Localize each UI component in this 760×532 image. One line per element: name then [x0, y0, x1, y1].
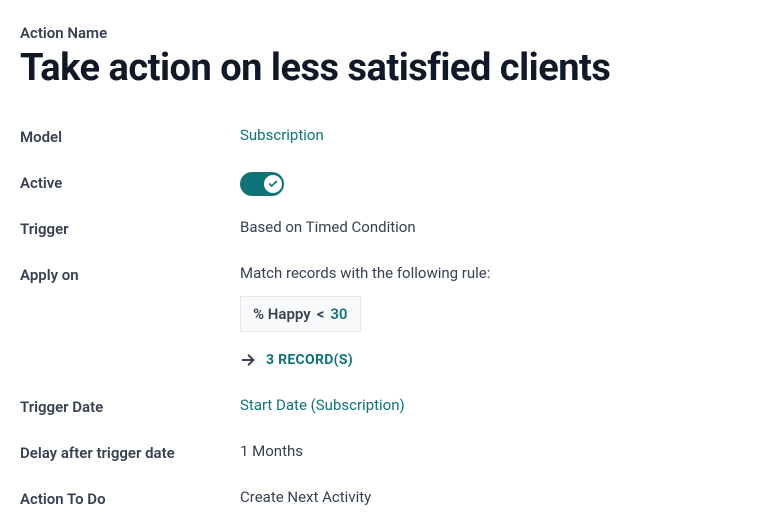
trigger-date-value[interactable]: Start Date (Subscription): [240, 396, 405, 414]
action-to-do-value: Create Next Activity: [240, 488, 740, 506]
delay-value: 1 Months: [240, 442, 740, 460]
rule-operator: <: [317, 305, 325, 323]
rule-value: 30: [330, 305, 347, 323]
rule-field: % Happy: [253, 305, 311, 323]
page-title: Take action on less satisfied clients: [20, 46, 740, 90]
active-toggle[interactable]: [240, 172, 284, 196]
arrow-right-icon: [240, 352, 256, 368]
delay-label: Delay after trigger date: [20, 442, 240, 462]
model-label: Model: [20, 126, 240, 146]
check-icon: [268, 179, 278, 189]
apply-on-label: Apply on: [20, 264, 240, 284]
action-to-do-label: Action To Do: [20, 488, 240, 508]
apply-on-description: Match records with the following rule:: [240, 264, 740, 282]
action-name-label: Action Name: [20, 24, 740, 42]
toggle-knob: [264, 175, 282, 193]
active-label: Active: [20, 172, 240, 192]
model-value[interactable]: Subscription: [240, 126, 324, 144]
trigger-label: Trigger: [20, 218, 240, 238]
filter-rule-chip[interactable]: % Happy < 30: [240, 296, 361, 332]
records-count-link[interactable]: 3 RECORD(S): [266, 352, 353, 368]
trigger-value: Based on Timed Condition: [240, 218, 740, 236]
trigger-date-label: Trigger Date: [20, 396, 240, 416]
